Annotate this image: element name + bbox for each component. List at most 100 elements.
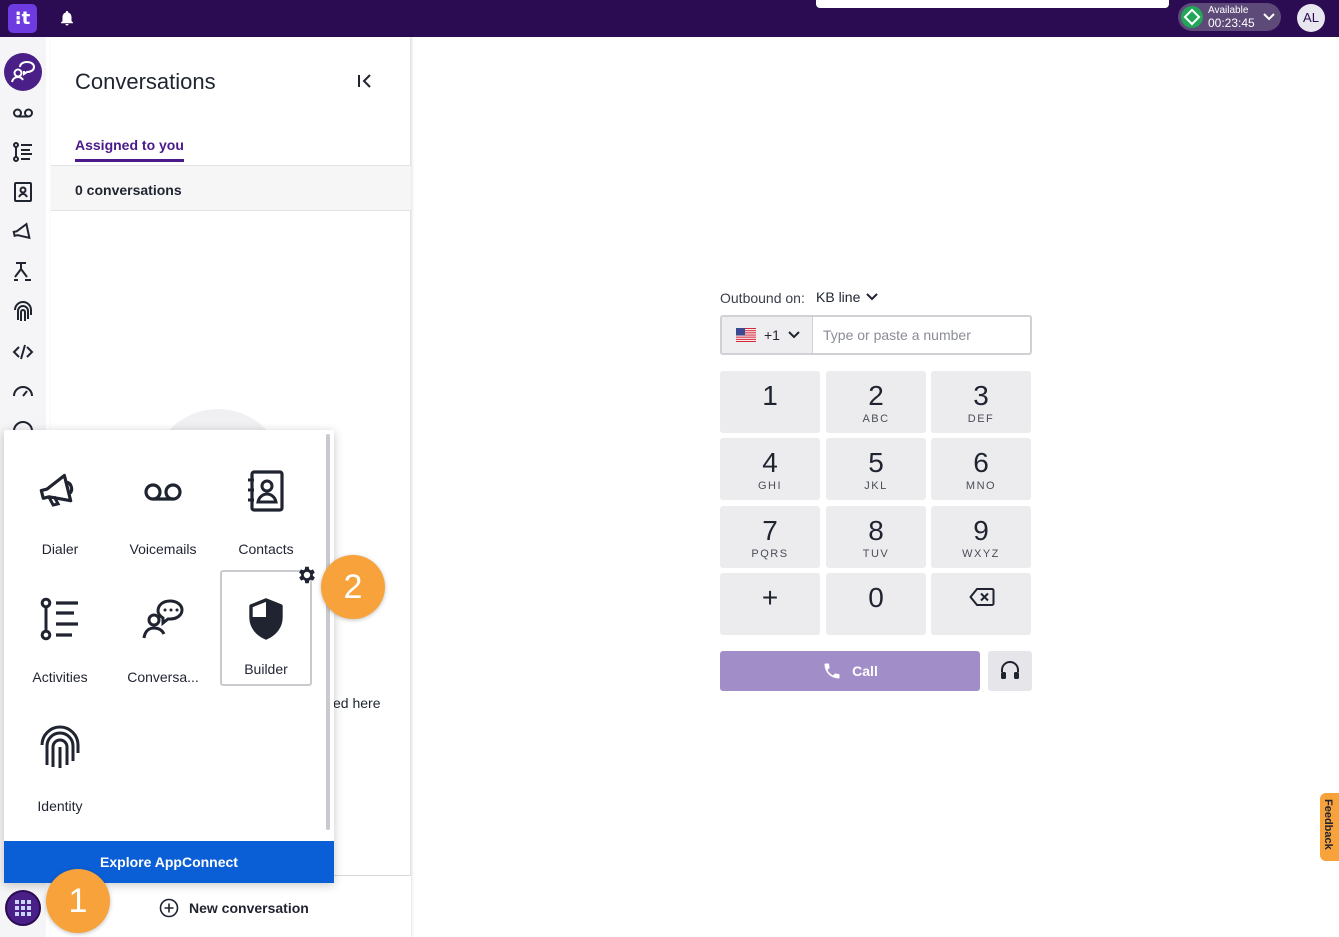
status-diamond-icon — [1181, 6, 1203, 28]
app-label: Voicemails — [129, 541, 197, 557]
chevron-down-icon — [788, 330, 800, 340]
voicemail-icon[interactable] — [11, 101, 35, 125]
dial-key-6[interactable]: 6 MNO — [931, 438, 1031, 500]
key-digit: + — [761, 582, 779, 613]
app-tile-identity[interactable]: Identity — [14, 697, 106, 814]
chevron-down-icon — [1263, 12, 1275, 22]
empty-state-text: ed here — [333, 695, 381, 711]
key-digit: 0 — [868, 582, 884, 613]
contacts-book-icon[interactable] — [11, 180, 35, 204]
dial-key-5[interactable]: 5 JKL — [826, 438, 926, 500]
app-label: Contacts — [238, 541, 294, 557]
step-marker-2: 2 — [321, 555, 385, 619]
app-label: Activities — [32, 669, 88, 685]
feedback-label: Feedback — [1322, 799, 1334, 850]
app-tile-voicemails[interactable]: Voicemails — [117, 440, 209, 557]
call-button[interactable]: Call — [720, 651, 980, 691]
key-letters: PQRS — [751, 548, 789, 560]
dial-key-3[interactable]: 3 DEF — [931, 371, 1031, 433]
key-letters: GHI — [757, 480, 783, 492]
top-bar: ⁝t Available 00:23:45 AL — [0, 0, 1339, 37]
us-flag-icon — [736, 328, 756, 342]
explore-appconnect-button[interactable]: Explore AppConnect — [4, 841, 334, 883]
app-label: Conversa... — [127, 669, 199, 685]
app-logo[interactable]: ⁝t — [8, 4, 37, 33]
dial-key-plus[interactable]: + — [720, 573, 820, 635]
contacts-book-icon — [243, 468, 289, 514]
status-label: Available — [1208, 5, 1249, 16]
megaphone-icon — [37, 468, 83, 514]
app-tile-builder[interactable]: Builder — [220, 570, 312, 686]
new-conversation-button[interactable]: New conversation — [159, 898, 309, 918]
key-digit: 9 — [973, 515, 989, 546]
key-letters: JKL — [864, 480, 888, 492]
key-digit: 8 — [868, 515, 884, 546]
dial-key-4[interactable]: 4 GHI — [720, 438, 820, 500]
key-digit: 5 — [868, 447, 884, 478]
conversation-count: 0 conversations — [75, 182, 182, 198]
backspace-key[interactable] — [931, 573, 1031, 635]
key-digit: 4 — [762, 447, 778, 478]
key-letters: TUV — [862, 548, 890, 560]
megaphone-icon[interactable] — [11, 220, 35, 244]
app-tile-dialer[interactable]: Dialer — [14, 440, 106, 557]
headset-icon — [1000, 660, 1020, 682]
activities-list-icon[interactable] — [11, 140, 35, 164]
conversations-icon — [140, 596, 186, 642]
key-digit: 6 — [973, 447, 989, 478]
app-label: Builder — [244, 661, 288, 677]
chevron-down-icon — [866, 292, 879, 302]
apps-grid-button[interactable] — [5, 890, 41, 926]
phone-number-input[interactable] — [815, 317, 1030, 353]
dial-key-1[interactable]: 1 — [720, 371, 820, 433]
app-tile-activities[interactable]: Activities — [14, 568, 106, 685]
rail-conversations-button[interactable] — [4, 53, 42, 91]
app-label: Identity — [37, 798, 83, 814]
outbound-line-select[interactable]: KB line — [816, 289, 879, 305]
app-label: Dialer — [41, 541, 79, 557]
backspace-icon — [969, 587, 995, 607]
headset-button[interactable] — [988, 651, 1032, 691]
gear-icon[interactable] — [296, 564, 318, 586]
key-digit: 2 — [868, 380, 884, 411]
grid-icon — [15, 900, 31, 916]
feedback-tab[interactable]: Feedback — [1320, 793, 1339, 861]
code-icon[interactable] — [11, 340, 35, 364]
app-tile-conversations[interactable]: Conversa... — [117, 568, 209, 685]
dial-key-7[interactable]: 7 PQRS — [720, 506, 820, 568]
shield-icon — [243, 596, 289, 642]
dial-key-8[interactable]: 8 TUV — [826, 506, 926, 568]
dial-key-2[interactable]: 2 ABC — [826, 371, 926, 433]
key-letters: MNO — [965, 480, 997, 492]
status-timer: 00:23:45 — [1208, 16, 1255, 30]
scrollbar[interactable] — [326, 434, 330, 830]
dial-key-0[interactable]: 0 — [826, 573, 926, 635]
phone-icon — [822, 661, 842, 681]
dial-key-9[interactable]: 9 WXYZ — [931, 506, 1031, 568]
availability-status[interactable]: Available 00:23:45 — [1178, 3, 1281, 31]
country-code-select[interactable]: +1 — [722, 317, 813, 353]
tab-assigned-to-you[interactable]: Assigned to you — [75, 137, 184, 162]
speedometer-icon[interactable] — [11, 379, 35, 403]
app-connect-menu: Dialer Voicemails Contacts Activities Co… — [4, 430, 334, 883]
step-marker-1: 1 — [46, 869, 110, 933]
fingerprint-icon — [37, 725, 83, 771]
conversation-count-bar: 0 conversations — [51, 165, 411, 211]
bell-icon[interactable] — [58, 9, 76, 27]
key-letters: WXYZ — [962, 548, 1000, 560]
search-field[interactable] — [816, 0, 1169, 8]
flow-icon[interactable] — [11, 260, 35, 284]
page-title: Conversations — [75, 69, 216, 94]
collapse-panel-icon[interactable] — [357, 73, 373, 89]
country-code: +1 — [764, 327, 780, 343]
new-conversation-label: New conversation — [189, 900, 309, 916]
key-letters: DEF — [967, 413, 995, 425]
call-label: Call — [852, 663, 878, 679]
fingerprint-icon[interactable] — [11, 300, 35, 324]
activities-list-icon — [37, 596, 83, 642]
outbound-label: Outbound on: — [720, 290, 805, 306]
avatar[interactable]: AL — [1297, 4, 1325, 32]
app-tile-contacts[interactable]: Contacts — [220, 440, 312, 557]
key-digit: 1 — [762, 380, 778, 411]
phone-number-row: +1 — [720, 315, 1032, 355]
